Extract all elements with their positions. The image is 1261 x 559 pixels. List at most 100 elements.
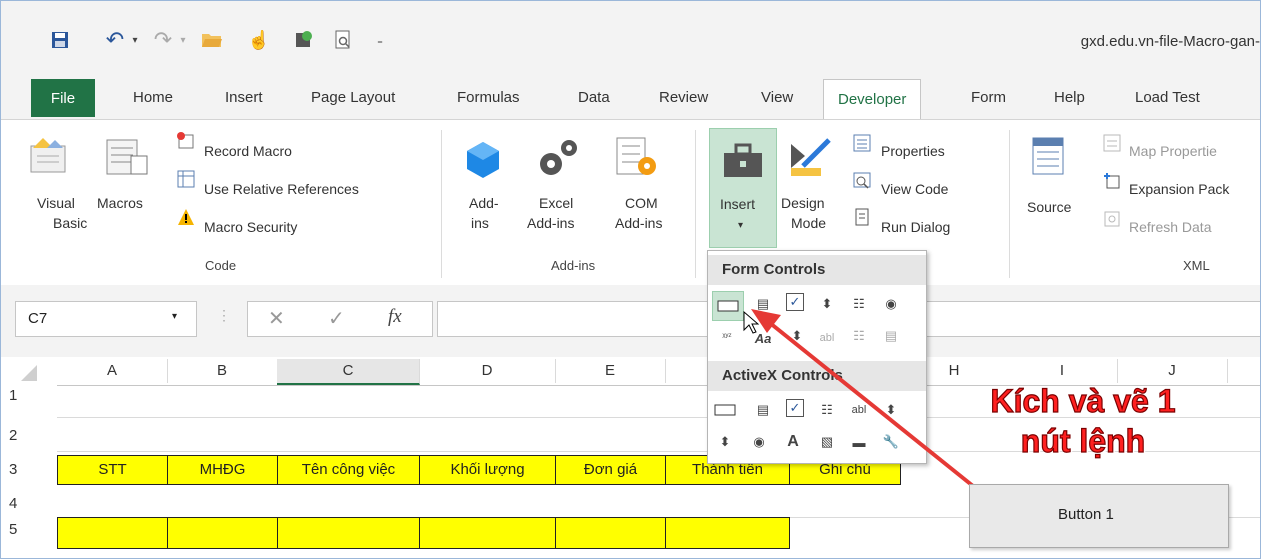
- com-addins-label-1[interactable]: COM: [625, 194, 658, 212]
- cell-a5[interactable]: [57, 517, 168, 549]
- cell-e3[interactable]: Đơn giá: [555, 455, 666, 485]
- tab-data[interactable]: Data: [578, 89, 610, 106]
- insert-controls-button[interactable]: Insert ▾: [709, 128, 777, 248]
- row-header-2[interactable]: 2: [1, 427, 57, 444]
- column-header-d[interactable]: D: [419, 359, 556, 383]
- use-relative-references-icon[interactable]: [177, 170, 195, 188]
- tab-home[interactable]: Home: [133, 89, 173, 106]
- code-group-label: Code: [205, 258, 237, 273]
- touch-mode-icon[interactable]: ☝: [247, 29, 271, 51]
- select-all-corner-icon[interactable]: [19, 363, 39, 383]
- tab-view[interactable]: View: [761, 89, 793, 106]
- row-header-1[interactable]: 1: [1, 387, 57, 404]
- button-1[interactable]: Button 1: [969, 484, 1229, 548]
- record-macro-icon[interactable]: [177, 132, 195, 150]
- run-dialog-icon[interactable]: [853, 208, 871, 226]
- window-title: gxd.edu.vn-file-Macro-gan-: [1080, 33, 1260, 50]
- com-addins-label-2[interactable]: Add-ins: [615, 214, 662, 232]
- more-options-icon[interactable]: ⋮: [217, 307, 231, 324]
- com-addins-icon[interactable]: [613, 134, 659, 180]
- undo-icon[interactable]: ↶: [103, 27, 127, 52]
- excel-addins-label-1[interactable]: Excel: [539, 194, 573, 212]
- undo-dropdown-icon[interactable]: ▾: [129, 29, 141, 51]
- enter-icon[interactable]: ✓: [328, 306, 345, 331]
- cell-d5[interactable]: [419, 517, 556, 549]
- row-header-5[interactable]: 5: [1, 521, 57, 538]
- tab-form[interactable]: Form: [971, 89, 1006, 106]
- tab-review[interactable]: Review: [659, 89, 708, 106]
- design-mode-label-2[interactable]: Mode: [791, 214, 826, 232]
- visual-basic-label-1[interactable]: Visual: [37, 194, 75, 212]
- tab-load-test[interactable]: Load Test: [1135, 89, 1200, 106]
- design-mode-icon[interactable]: [787, 136, 833, 180]
- use-relative-references-label[interactable]: Use Relative References: [204, 180, 359, 198]
- cell-b3[interactable]: MHĐG: [167, 455, 278, 485]
- redo-dropdown-icon[interactable]: ▾: [177, 29, 189, 51]
- refresh-data-label: Refresh Data: [1129, 219, 1212, 235]
- cell-a3[interactable]: STT: [57, 455, 168, 485]
- cell-b5[interactable]: [167, 517, 278, 549]
- xml-group-label: XML: [1183, 258, 1210, 273]
- save-icon[interactable]: [49, 29, 71, 51]
- tab-developer[interactable]: Developer: [823, 79, 922, 119]
- cell-c3[interactable]: Tên công việc: [277, 455, 420, 485]
- cloud-save-icon[interactable]: [291, 29, 315, 51]
- form-button-control-icon[interactable]: [712, 291, 744, 321]
- row-header-4[interactable]: 4: [1, 495, 57, 512]
- name-box[interactable]: C7 ▾: [15, 301, 197, 337]
- open-folder-icon[interactable]: [199, 29, 225, 51]
- addins-store-icon[interactable]: [463, 140, 503, 180]
- cell-d3[interactable]: Khối lượng: [419, 455, 556, 485]
- annotation-arrow: [751, 309, 975, 488]
- cell-c5[interactable]: [277, 517, 420, 549]
- properties-label[interactable]: Properties: [881, 142, 945, 160]
- addins-label-2[interactable]: ins: [471, 214, 489, 232]
- view-code-label[interactable]: View Code: [881, 180, 948, 198]
- toolbox-icon: [724, 143, 762, 177]
- button-1-label: Button 1: [1058, 506, 1114, 523]
- tab-insert[interactable]: Insert: [225, 89, 263, 106]
- xml-source-label[interactable]: Source: [1027, 198, 1071, 216]
- run-dialog-label[interactable]: Run Dialog: [881, 218, 950, 236]
- macro-security-label[interactable]: Macro Security: [204, 218, 297, 236]
- macros-icon[interactable]: [105, 138, 149, 178]
- insert-function-icon[interactable]: fx: [388, 306, 402, 328]
- print-preview-icon[interactable]: [331, 29, 355, 51]
- visual-basic-label-2[interactable]: Basic: [53, 214, 87, 232]
- tab-file[interactable]: File: [31, 79, 95, 117]
- tab-help[interactable]: Help: [1054, 89, 1085, 106]
- column-header-a[interactable]: A: [57, 359, 168, 383]
- xml-source-icon[interactable]: [1031, 136, 1067, 176]
- tab-formulas[interactable]: Formulas: [457, 89, 520, 106]
- annotation-line-2: nút lệnh: [1020, 422, 1146, 459]
- visual-basic-icon[interactable]: [29, 136, 69, 176]
- column-header-c[interactable]: C: [277, 359, 420, 385]
- excel-addins-gear-icon[interactable]: [537, 134, 583, 180]
- column-header-j[interactable]: J: [1117, 359, 1228, 383]
- macro-security-warning-icon[interactable]: [177, 208, 195, 226]
- group-box-control-icon[interactable]: ᵡʸᶻ: [716, 325, 738, 347]
- chevron-down-icon[interactable]: ▾: [172, 311, 177, 322]
- redo-icon[interactable]: ↷: [151, 27, 175, 52]
- column-header-e[interactable]: E: [555, 359, 666, 383]
- tab-page-layout[interactable]: Page Layout: [311, 89, 395, 106]
- record-macro-label[interactable]: Record Macro: [204, 142, 292, 160]
- cell-f5[interactable]: [665, 517, 790, 549]
- row-header-3[interactable]: 3: [1, 461, 57, 478]
- activex-spin-button-icon[interactable]: ⬍: [714, 431, 736, 453]
- design-mode-label-1[interactable]: Design: [781, 194, 825, 212]
- column-header-i[interactable]: I: [1007, 359, 1118, 383]
- customize-qat-icon[interactable]: ₌: [373, 29, 387, 51]
- formula-buttons: ✕ ✓ fx: [247, 301, 433, 337]
- addins-label-1[interactable]: Add-: [469, 194, 499, 212]
- expansion-pack-label[interactable]: Expansion Pack: [1129, 180, 1229, 198]
- activex-button-icon[interactable]: [714, 399, 736, 421]
- cancel-icon[interactable]: ✕: [268, 306, 285, 331]
- cell-e5[interactable]: [555, 517, 666, 549]
- macros-label[interactable]: Macros: [97, 194, 143, 212]
- excel-addins-label-2[interactable]: Add-ins: [527, 214, 574, 232]
- column-header-b[interactable]: B: [167, 359, 278, 383]
- view-code-icon[interactable]: [853, 172, 871, 190]
- expansion-pack-icon[interactable]: [1103, 172, 1121, 190]
- properties-icon[interactable]: [853, 134, 871, 152]
